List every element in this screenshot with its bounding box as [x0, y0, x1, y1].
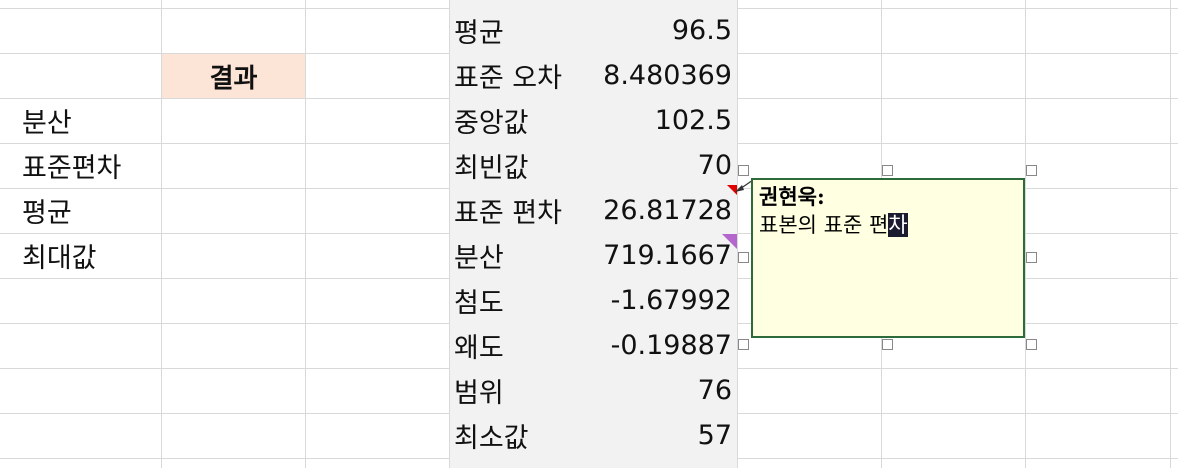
resize-handle[interactable] — [1026, 252, 1037, 263]
comment-author: 권현욱: — [759, 184, 825, 209]
resize-handle[interactable] — [738, 339, 749, 350]
comment-box[interactable]: 권현욱: 표본의 표준 편차 — [751, 178, 1025, 338]
comment-text-plain: 표본의 표준 편 — [759, 213, 889, 237]
comment-text[interactable]: 표본의 표준 편차 — [759, 210, 1017, 240]
resize-handle[interactable] — [738, 165, 749, 176]
resize-handle[interactable] — [882, 339, 893, 350]
resize-handle[interactable] — [1026, 339, 1037, 350]
resize-handle[interactable] — [1026, 165, 1037, 176]
resize-handle[interactable] — [738, 252, 749, 263]
comment-text-selection: 차 — [888, 213, 908, 237]
resize-handle[interactable] — [882, 165, 893, 176]
